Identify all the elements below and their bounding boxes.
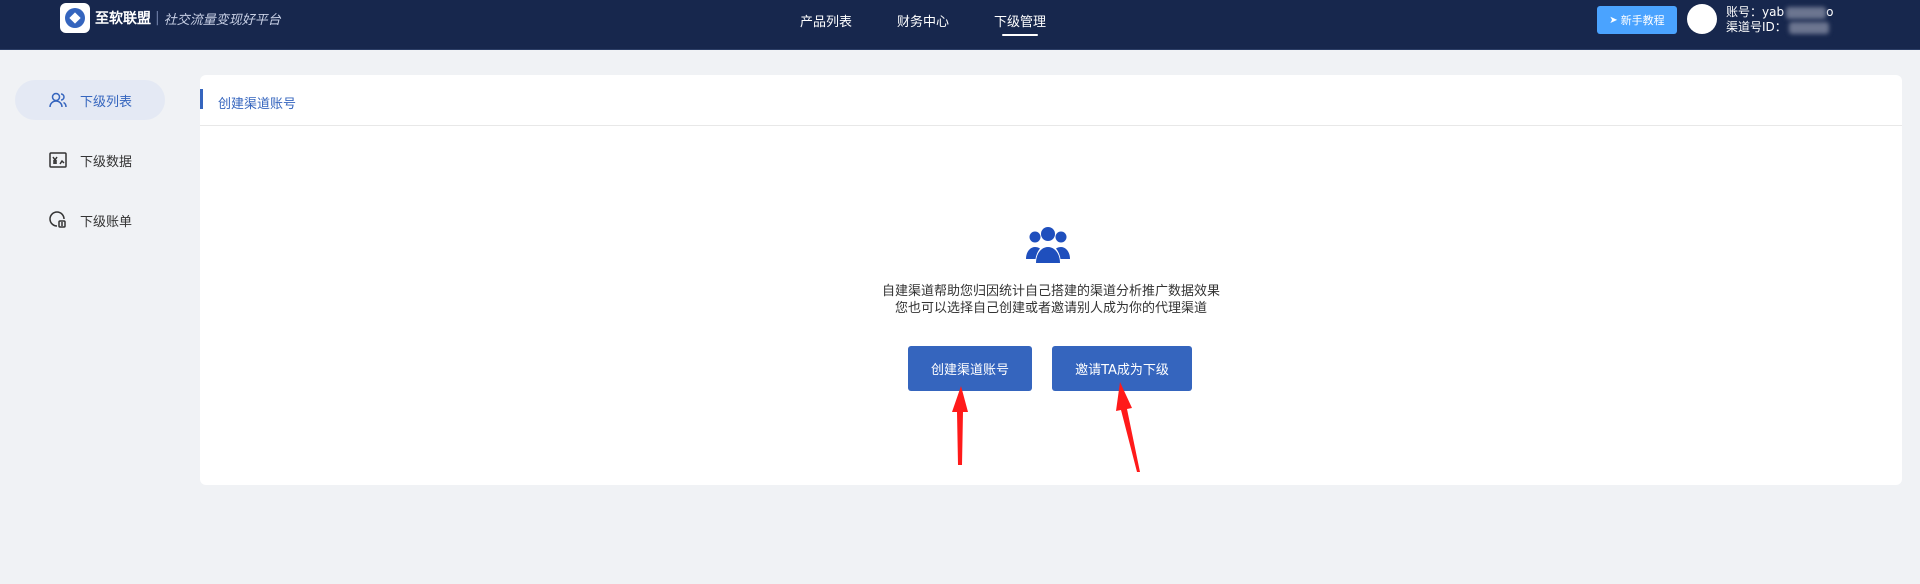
nav-item-subordinate-management[interactable]: 下级管理 xyxy=(994,11,1046,36)
description-line-1: 自建渠道帮助您归因统计自己搭建的渠道分析推广数据效果 xyxy=(881,284,1220,299)
top-navigation-bar: 至软联盟 | 社交流量变现好平台 产品列表 财务中心 下级管理 ➤ 新手教程 账… xyxy=(0,0,1920,50)
channel-id-line: 渠道号ID： xyxy=(1726,20,1833,35)
description-line-2: 您也可以选择自己创建或者邀请别人成为你的代理渠道 xyxy=(894,301,1207,316)
account-suffix: o xyxy=(1826,5,1834,19)
send-icon: ➤ xyxy=(1609,14,1618,26)
invite-subordinate-button[interactable]: 邀请TA成为下级 xyxy=(1052,346,1192,391)
users-icon xyxy=(49,92,67,108)
sidebar-item-label: 下级账单 xyxy=(80,214,133,230)
brand-logo[interactable]: 至软联盟 | 社交流量变现好平台 xyxy=(60,3,281,33)
sidebar: 下级列表 下级数据 下级账单 xyxy=(15,80,165,260)
channel-id-label: 渠道号ID： xyxy=(1726,20,1787,34)
tutorial-label: 新手教程 xyxy=(1620,14,1665,27)
sidebar-item-subordinate-list[interactable]: 下级列表 xyxy=(15,80,165,120)
bill-icon xyxy=(49,211,66,228)
create-channel-card: 创建渠道账号 自建渠道帮助您归因统计自己搭建的渠道分析推广数据效果 您也可以选择… xyxy=(200,75,1902,485)
sidebar-item-label: 下级列表 xyxy=(80,94,133,110)
logo-icon xyxy=(60,3,90,33)
brand-separator: | xyxy=(155,10,160,26)
masked-text xyxy=(1788,21,1829,34)
sidebar-item-label: 下级数据 xyxy=(80,154,133,170)
brand-tagline: 社交流量变现好平台 xyxy=(163,12,281,28)
group-users-icon xyxy=(1026,227,1070,263)
brand-name: 至软联盟 xyxy=(95,11,151,27)
description: 自建渠道帮助您归因统计自己搭建的渠道分析推广数据效果 您也可以选择自己创建或者邀… xyxy=(200,283,1902,317)
main-nav: 产品列表 财务中心 下级管理 xyxy=(800,0,1091,40)
user-info: 账号：yab o 渠道号ID： xyxy=(1726,5,1833,35)
data-chart-icon xyxy=(49,152,67,168)
avatar[interactable] xyxy=(1687,4,1717,34)
card-header: 创建渠道账号 xyxy=(200,75,1902,126)
account-line: 账号：yab o xyxy=(1726,5,1833,20)
nav-item-product-list[interactable]: 产品列表 xyxy=(800,11,852,30)
nav-item-finance-center[interactable]: 财务中心 xyxy=(897,11,949,30)
sidebar-item-subordinate-data[interactable]: 下级数据 xyxy=(15,140,165,180)
tutorial-button[interactable]: ➤ 新手教程 xyxy=(1597,6,1677,34)
sidebar-item-subordinate-bills[interactable]: 下级账单 xyxy=(15,200,165,240)
masked-text xyxy=(1786,6,1827,19)
create-channel-account-button[interactable]: 创建渠道账号 xyxy=(908,346,1032,391)
account-label: 账号：yab xyxy=(1726,5,1785,19)
card-title: 创建渠道账号 xyxy=(218,97,297,112)
